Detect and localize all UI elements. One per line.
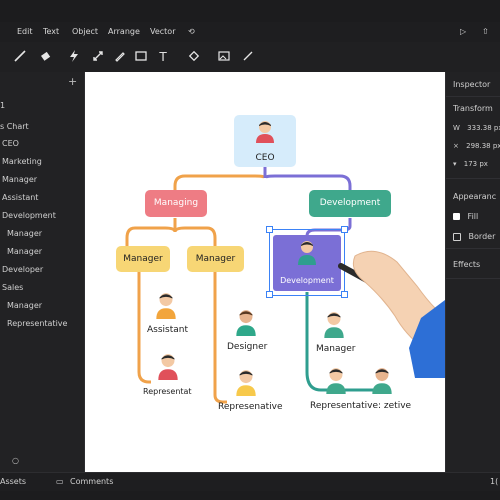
- menu-text[interactable]: Text: [43, 27, 59, 36]
- person-avatar-icon: [156, 293, 176, 319]
- layer-item[interactable]: Manager: [7, 299, 42, 313]
- height-row[interactable]: × 298.38 px: [453, 142, 500, 150]
- width-row[interactable]: W 333.38 px: [453, 124, 500, 132]
- manager-label: Manager: [123, 254, 163, 264]
- manager-node-left[interactable]: Manager: [116, 246, 170, 272]
- layers-header-fragment: 1: [0, 101, 6, 110]
- transform-title: Transform: [453, 104, 493, 113]
- manager-label: Manager: [195, 254, 236, 264]
- triangle-icon: ▾: [453, 160, 457, 168]
- divider: [446, 96, 500, 97]
- image-icon[interactable]: [216, 49, 232, 65]
- toolbar: T: [0, 42, 500, 73]
- inspector-title: Inspector: [453, 80, 491, 89]
- layer-item[interactable]: Manager: [7, 245, 42, 259]
- manager-node-mid[interactable]: Manager: [187, 246, 244, 272]
- hand-with-stylus-illustration: [338, 250, 445, 378]
- effects-title: Effects: [453, 260, 481, 269]
- resize-handle[interactable]: [266, 291, 273, 298]
- appearance-title: Appearanc: [453, 192, 497, 201]
- layer-item[interactable]: Developer: [2, 263, 43, 277]
- menu-object[interactable]: Object: [72, 27, 98, 36]
- menu-edit[interactable]: Edit: [17, 27, 33, 36]
- height-value[interactable]: 298.38 px: [466, 142, 500, 150]
- lightning-icon[interactable]: [66, 49, 82, 65]
- width-value[interactable]: 333.38 px: [467, 124, 500, 132]
- ceo-node[interactable]: CEO: [234, 115, 296, 167]
- layer-item[interactable]: Assistant: [2, 191, 38, 205]
- fill-label: Fill: [467, 212, 479, 221]
- eraser-icon[interactable]: [38, 49, 54, 65]
- representative-zetive-label: Representative: zetive: [310, 401, 412, 411]
- person-avatar-icon: [256, 121, 274, 143]
- menu-arrange[interactable]: Arrange: [108, 27, 140, 36]
- pen-tool-icon[interactable]: [12, 49, 28, 65]
- fill-checkbox[interactable]: [453, 213, 460, 220]
- represenative-label: Represenative: [218, 402, 283, 412]
- border-checkbox[interactable]: [453, 232, 461, 241]
- width-label: W: [453, 124, 460, 132]
- menu-bar: Edit Text Object Arrange Vector ⟲ ▷ ⇧: [0, 22, 500, 42]
- comments-tab[interactable]: Comments: [70, 477, 113, 486]
- layer-item[interactable]: Sales: [2, 281, 23, 295]
- layer-item[interactable]: Representative: [7, 317, 67, 331]
- assistant-label: Assistant: [147, 325, 189, 335]
- development-label: Development: [319, 198, 381, 208]
- text-tool-icon[interactable]: T: [155, 49, 171, 65]
- artboard[interactable]: CEO Managing Development Manager Manager…: [85, 72, 445, 472]
- search-icon[interactable]: ○: [12, 456, 19, 465]
- border-row[interactable]: Border: [453, 232, 495, 241]
- person-avatar-icon: [236, 310, 256, 336]
- undo-icon[interactable]: ⟲: [188, 27, 195, 36]
- ceo-label: CEO: [255, 153, 275, 163]
- diamond-icon[interactable]: [186, 49, 202, 65]
- layer-item[interactable]: Development: [2, 209, 56, 223]
- radius-row[interactable]: ▾ 173 px: [453, 160, 488, 168]
- line-icon[interactable]: [240, 49, 256, 65]
- resize-handle[interactable]: [266, 226, 273, 233]
- layer-item[interactable]: CEO: [2, 137, 19, 151]
- zoom-fragment: 1(: [490, 477, 499, 486]
- rectangle-icon[interactable]: [133, 49, 149, 65]
- layer-item[interactable]: Manager: [2, 173, 37, 187]
- pencil-icon[interactable]: [112, 49, 128, 65]
- inspector-panel: Inspector Transform W 333.38 px × 298.38…: [445, 72, 500, 472]
- divider: [446, 248, 500, 249]
- share-icon[interactable]: ⇧: [482, 27, 489, 36]
- link-icon[interactable]: ×: [453, 142, 459, 150]
- layer-item[interactable]: s Chart: [0, 120, 29, 134]
- designer-label: Designer: [227, 342, 268, 352]
- menu-vector[interactable]: Vector: [150, 27, 176, 36]
- add-layer-icon[interactable]: +: [68, 75, 77, 88]
- development-node[interactable]: Development: [309, 190, 391, 217]
- divider: [446, 278, 500, 279]
- managing-label: Managing: [153, 198, 199, 208]
- layer-item[interactable]: Manager: [7, 227, 42, 241]
- play-icon[interactable]: ▷: [460, 27, 466, 36]
- divider: [446, 178, 500, 179]
- fill-row[interactable]: Fill: [453, 212, 478, 221]
- layers-panel: + 1 s Chart CEO Marketing Manager Assist…: [0, 72, 85, 472]
- managing-node[interactable]: Managing: [145, 190, 207, 217]
- border-label: Border: [468, 232, 496, 241]
- resize-handle[interactable]: [341, 226, 348, 233]
- transform-icon[interactable]: [90, 49, 106, 65]
- radius-value[interactable]: 173 px: [464, 160, 488, 168]
- bottom-bar: Assets ▭ Comments 1(: [0, 472, 500, 491]
- person-avatar-icon: [236, 370, 256, 396]
- layer-item[interactable]: Marketing: [2, 155, 42, 169]
- representat-label: Representat: [143, 387, 192, 396]
- person-avatar-icon: [158, 354, 178, 380]
- assets-tab[interactable]: Assets: [0, 477, 26, 486]
- selection-bounding-box: [269, 229, 345, 296]
- comment-icon: ▭: [56, 477, 64, 486]
